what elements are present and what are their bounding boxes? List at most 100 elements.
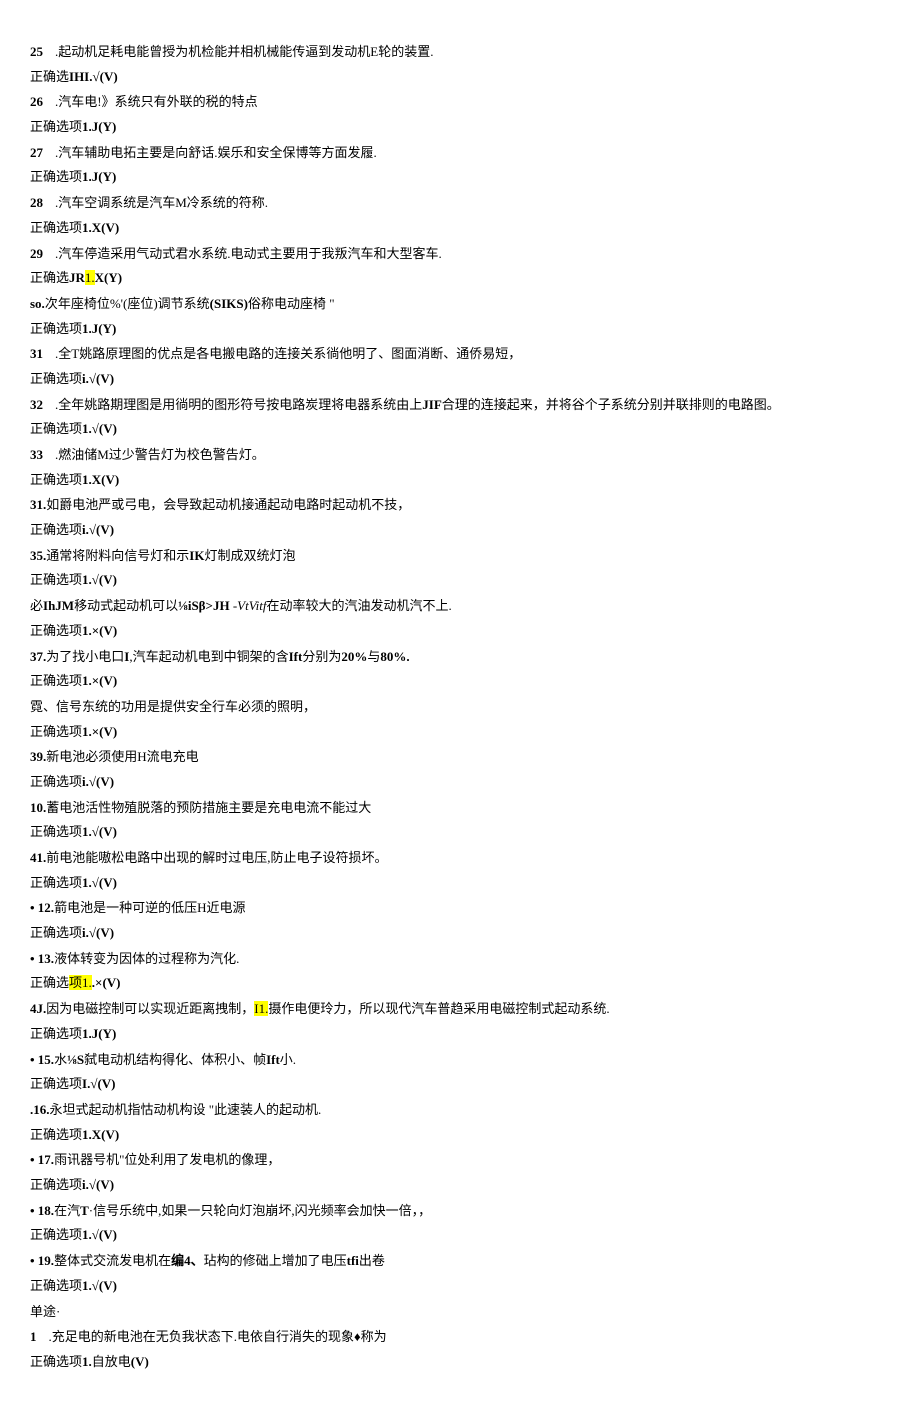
question-number: • 12. [30, 900, 54, 915]
answer-line: 正确选项i.√(V) [30, 367, 890, 392]
answer-line: 正确选IHI.√(V) [30, 65, 890, 90]
question-item: 4J.因为电磁控制可以实现近距离拽制，I1.摄作电便玲力，所以现代汽车普趋采用电… [30, 997, 890, 1046]
question-number: 27 [30, 145, 43, 160]
question-number: 39. [30, 749, 46, 764]
question-line: • 17.雨讯器号机"位处利用了发电机的像理， [30, 1148, 890, 1173]
question-number: • 13. [30, 951, 54, 966]
question-item: 26.汽车电!》系统只有外联的税的特点正确选项1.J(Y) [30, 90, 890, 139]
question-item: 41.前电池能嗷松电路中出现的解时过电压,防止电子设符损坏。正确选项1.√(V) [30, 846, 890, 895]
answer-line: 正确选项1..×(V) [30, 971, 890, 996]
section-header: 单途· [30, 1300, 890, 1325]
question-number: • 19. [30, 1253, 54, 1268]
answer-line: 正确选项1.J(Y) [30, 1022, 890, 1047]
answer-line: 正确选项1.×(V) [30, 619, 890, 644]
question-item: • 15.水⅛S弑电动机结构得化、体积小、帧Ift小.正确选项I.√(V) [30, 1048, 890, 1097]
question-item: 31.如爵电池严或弓电，会导致起动机接通起动电路时起动机不技，正确选项i.√(V… [30, 493, 890, 542]
question-number: 1 [30, 1329, 37, 1344]
answer-line: 正确选项1.X(V) [30, 468, 890, 493]
answer-line: 正确选项1.√(V) [30, 568, 890, 593]
question-number: 28 [30, 195, 43, 210]
question-item: 39.新电池必须使用H流电充电正确选项i.√(V) [30, 745, 890, 794]
question-item: 必IhJM移动式起动机可以⅛iSβ>JH -VtVitf在动率较大的汽油发动机汽… [30, 594, 890, 643]
question-line: 39.新电池必须使用H流电充电 [30, 745, 890, 770]
answer-line: 正确选项1.×(V) [30, 669, 890, 694]
question-number: 37. [30, 649, 46, 664]
question-number: • 17. [30, 1152, 54, 1167]
answer-line: 正确选项1.√(V) [30, 820, 890, 845]
answer-line: 正确选项1.√(V) [30, 417, 890, 442]
question-number: 10. [30, 800, 46, 815]
question-line: 41.前电池能嗷松电路中出现的解时过电压,防止电子设符损坏。 [30, 846, 890, 871]
answer-line: 正确选项1.×(V) [30, 720, 890, 745]
question-number: 41. [30, 850, 46, 865]
answer-line: 正确选项i.√(V) [30, 770, 890, 795]
question-number: • 15. [30, 1052, 54, 1067]
question-item: 32.全年姚路期理图是用徜明的图形符号按电路炭理将电器系统由上JIF合理的连接起… [30, 393, 890, 442]
answer-line: 正确选项1.J(Y) [30, 317, 890, 342]
answer-line: 正确选项1.J(Y) [30, 115, 890, 140]
question-item: 37.为了找小电口I,汽车起动机电到中铜架的含Ift分别为20%与80%.正确选… [30, 645, 890, 694]
question-item: • 18.在汽T·信号乐统中,如果一只轮向灯泡崩坏,闪光频率会加快一倍，，正确选… [30, 1199, 890, 1248]
question-line: so.次年座椅位%'(座位)调节系统(SIKS)俗称电动座椅 " [30, 292, 890, 317]
question-line: 25.起动机足耗电能曾授为机检能并相机械能传逼到发动机E轮的装置. [30, 40, 890, 65]
question-item: 35.通常将附料向信号灯和示IK灯制成双统灯泡正确选项1.√(V) [30, 544, 890, 593]
question-item: 霓、信号东统的功用是提供安全行车必须的照明，正确选项1.×(V) [30, 695, 890, 744]
question-number: 25 [30, 44, 43, 59]
question-number: 31. [30, 497, 46, 512]
question-item: • 12.箭电池是一种可逆的低压H近电源正确选项i.√(V) [30, 896, 890, 945]
question-line: • 18.在汽T·信号乐统中,如果一只轮向灯泡崩坏,闪光频率会加快一倍，， [30, 1199, 890, 1224]
question-line: • 12.箭电池是一种可逆的低压H近电源 [30, 896, 890, 921]
document-content: 25.起动机足耗电能曾授为机检能并相机械能传逼到发动机E轮的装置.正确选IHI.… [30, 40, 890, 1374]
answer-line: 正确选项1.J(Y) [30, 165, 890, 190]
answer-line: 正确选项1.X(V) [30, 1123, 890, 1148]
question-line: 31.全T姚路原理图的优点是各电搬电路的连接关系徜他明了、图面消断、通侨易短， [30, 342, 890, 367]
question-number: 33 [30, 447, 43, 462]
question-number: 26 [30, 94, 43, 109]
question-item: 29.汽车停造采用气动式君水系统.电动式主要用于我叛汽车和大型客车.正确选JR1… [30, 242, 890, 291]
answer-line: 正确选JR1.X(Y) [30, 266, 890, 291]
question-item: .16.永坦式起动机指怙动机构设 "此速装人的起动机.正确选项1.X(V) [30, 1098, 890, 1147]
question-line: • 13.液体转变为因体的过程称为汽化. [30, 947, 890, 972]
question-number: 32 [30, 397, 43, 412]
question-item: 25.起动机足耗电能曾授为机检能并相机械能传逼到发动机E轮的装置.正确选IHI.… [30, 40, 890, 89]
question-item: 31.全T姚路原理图的优点是各电搬电路的连接关系徜他明了、图面消断、通侨易短，正… [30, 342, 890, 391]
answer-line: 正确选项1.自放电(V) [30, 1350, 890, 1375]
answer-line: 正确选项1.√(V) [30, 1274, 890, 1299]
question-line: 32.全年姚路期理图是用徜明的图形符号按电路炭理将电器系统由上JIF合理的连接起… [30, 393, 890, 418]
question-item: 10.蓄电池活性物殖脱落的预防措施主要是充电电流不能过大正确选项1.√(V) [30, 796, 890, 845]
answer-line: 正确选项I.√(V) [30, 1072, 890, 1097]
question-number: 31 [30, 346, 43, 361]
question-item: 1.充足电的新电池在无负我状态下.电依自行消失的现象♦称为正确选项1.自放电(V… [30, 1325, 890, 1374]
question-line: 4J.因为电磁控制可以实现近距离拽制，I1.摄作电便玲力，所以现代汽车普趋采用电… [30, 997, 890, 1022]
question-line: 37.为了找小电口I,汽车起动机电到中铜架的含Ift分别为20%与80%. [30, 645, 890, 670]
question-line: 27.汽车辅助电拓主要是向舒话.娱乐和安全保博等方面发履. [30, 141, 890, 166]
question-line: 26.汽车电!》系统只有外联的税的特点 [30, 90, 890, 115]
question-line: .16.永坦式起动机指怙动机构设 "此速装人的起动机. [30, 1098, 890, 1123]
answer-line: 正确选项i.√(V) [30, 921, 890, 946]
question-item: so.次年座椅位%'(座位)调节系统(SIKS)俗称电动座椅 "正确选项1.J(… [30, 292, 890, 341]
question-line: 霓、信号东统的功用是提供安全行车必须的照明， [30, 695, 890, 720]
question-line: • 19.整体式交流发电机在编4、玷构的修础上增加了电压tfi出卷 [30, 1249, 890, 1274]
question-item: 33.燃油储M过少警告灯为校色警告灯。正确选项1.X(V) [30, 443, 890, 492]
question-line: 28.汽车空调系统是汽车M冷系统的符称. [30, 191, 890, 216]
question-line: 35.通常将附料向信号灯和示IK灯制成双统灯泡 [30, 544, 890, 569]
question-line: 31.如爵电池严或弓电，会导致起动机接通起动电路时起动机不技， [30, 493, 890, 518]
question-line: 10.蓄电池活性物殖脱落的预防措施主要是充电电流不能过大 [30, 796, 890, 821]
question-line: 33.燃油储M过少警告灯为校色警告灯。 [30, 443, 890, 468]
question-item: • 17.雨讯器号机"位处利用了发电机的像理，正确选项i.√(V) [30, 1148, 890, 1197]
question-number: .16. [30, 1102, 50, 1117]
question-line: 29.汽车停造采用气动式君水系统.电动式主要用于我叛汽车和大型客车. [30, 242, 890, 267]
question-item: 27.汽车辅助电拓主要是向舒话.娱乐和安全保博等方面发履.正确选项1.J(Y) [30, 141, 890, 190]
question-number: 35. [30, 548, 46, 563]
question-item: • 13.液体转变为因体的过程称为汽化.正确选项1..×(V) [30, 947, 890, 996]
answer-line: 正确选项1.√(V) [30, 871, 890, 896]
question-number: 29 [30, 246, 43, 261]
question-number: 4J. [30, 1001, 46, 1016]
answer-line: 正确选项1.X(V) [30, 216, 890, 241]
question-line: • 15.水⅛S弑电动机结构得化、体积小、帧Ift小. [30, 1048, 890, 1073]
answer-line: 正确选项i.√(V) [30, 1173, 890, 1198]
question-line: 必IhJM移动式起动机可以⅛iSβ>JH -VtVitf在动率较大的汽油发动机汽… [30, 594, 890, 619]
question-item: 28.汽车空调系统是汽车M冷系统的符称.正确选项1.X(V) [30, 191, 890, 240]
question-line: 1.充足电的新电池在无负我状态下.电依自行消失的现象♦称为 [30, 1325, 890, 1350]
answer-line: 正确选项i.√(V) [30, 518, 890, 543]
